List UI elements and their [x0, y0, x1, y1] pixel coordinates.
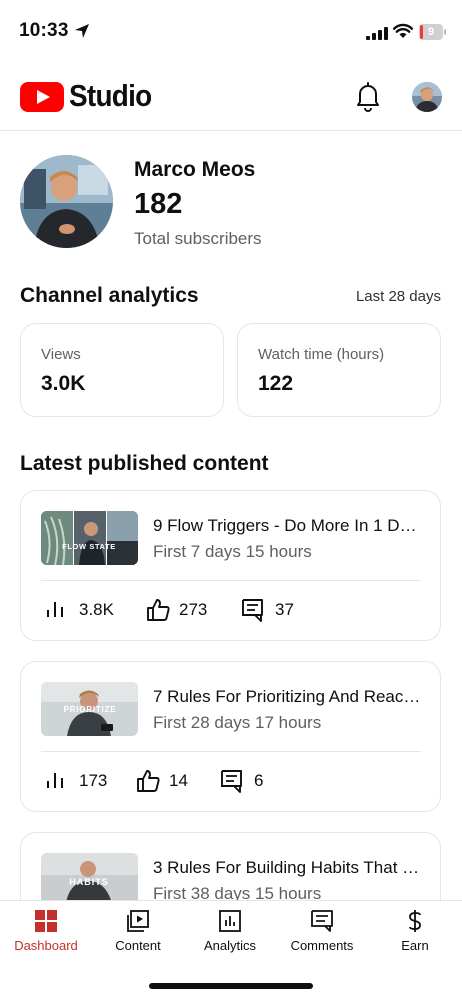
video-title: 9 Flow Triggers - Do More In 1 Day Than … [153, 516, 425, 535]
thumbnail-text: FLOW STATE [62, 542, 116, 551]
dashboard-icon [35, 910, 57, 932]
battery-level: 9 [427, 26, 435, 38]
dollar-icon [409, 910, 421, 932]
metric-value: 122 [258, 372, 294, 395]
video-card[interactable]: PRIORITIZE 7 Rules For Prioritizing And … [20, 661, 441, 812]
analytics-period: Last 28 days [355, 288, 441, 305]
watch-time-metric-card[interactable]: Watch time (hours) 122 [237, 323, 441, 417]
content-icon [127, 910, 149, 932]
location-arrow-icon [75, 24, 89, 38]
cellular-signal-icon [366, 27, 388, 40]
subscriber-count: 182 [134, 188, 183, 220]
nav-label: Comments [290, 938, 354, 953]
comment-icon [242, 599, 263, 622]
video-period: First 28 days 17 hours [153, 713, 322, 732]
views-metric-card[interactable]: Views 3.0K [20, 323, 224, 417]
status-time: 10:33 [19, 20, 69, 41]
metric-value: 3.0K [41, 372, 86, 395]
views-count: 3.8K [79, 600, 114, 619]
app-name: Studio [69, 78, 152, 113]
comments-icon [311, 910, 333, 932]
channel-avatar[interactable] [20, 155, 113, 248]
battery-indicator: 9 [419, 24, 446, 40]
likes-count: 273 [179, 600, 208, 619]
thumbs-up-icon [147, 599, 170, 621]
account-avatar[interactable] [412, 82, 442, 112]
nav-dashboard[interactable]: Dashboard [0, 901, 92, 965]
comment-icon [221, 770, 242, 793]
nav-analytics[interactable]: Analytics [184, 901, 276, 965]
bar-chart-icon [47, 602, 63, 617]
app-header: Studio [0, 62, 462, 131]
metric-label: Watch time (hours) [258, 346, 385, 363]
bar-chart-icon [47, 773, 63, 788]
comments-count: 6 [254, 771, 264, 790]
latest-content-heading: Latest published content [20, 452, 269, 475]
video-title: 7 Rules For Prioritizing And Reaching Yo… [153, 687, 425, 706]
nav-comments[interactable]: Comments [276, 901, 368, 965]
home-indicator [149, 983, 313, 989]
divider [41, 580, 421, 581]
comments-count: 37 [275, 600, 294, 619]
nav-label: Earn [401, 938, 429, 953]
views-count: 173 [79, 771, 108, 790]
analytics-icon [219, 910, 241, 932]
notifications-bell-icon[interactable] [352, 80, 384, 114]
youtube-logo-icon[interactable] [20, 82, 64, 112]
nav-label: Content [115, 938, 161, 953]
subscriber-label: Total subscribers [134, 229, 262, 248]
channel-analytics-heading: Channel analytics [20, 284, 199, 307]
video-thumbnail[interactable]: HABITS [41, 853, 138, 907]
status-bar: 10:33 9 [0, 0, 462, 62]
wifi-icon [393, 23, 413, 38]
thumbnail-text: PRIORITIZE [64, 705, 117, 714]
thumbnail-text: HABITS [69, 877, 109, 887]
video-card[interactable]: FLOW STATE 9 Flow Triggers - Do More In … [20, 490, 441, 641]
video-thumbnail[interactable]: PRIORITIZE [41, 682, 138, 736]
nav-label: Dashboard [14, 938, 78, 953]
metric-label: Views [41, 346, 81, 363]
video-title: 3 Rules For Building Habits That Stick [153, 858, 425, 877]
nav-content[interactable]: Content [92, 901, 184, 965]
channel-name: Marco Meos [134, 158, 256, 181]
divider [41, 751, 421, 752]
video-thumbnail[interactable]: FLOW STATE [41, 511, 138, 565]
nav-label: Analytics [203, 938, 257, 953]
video-period: First 7 days 15 hours [153, 542, 312, 561]
nav-earn[interactable]: Earn [369, 901, 461, 965]
likes-count: 14 [169, 771, 188, 790]
thumbs-up-icon [137, 770, 160, 792]
